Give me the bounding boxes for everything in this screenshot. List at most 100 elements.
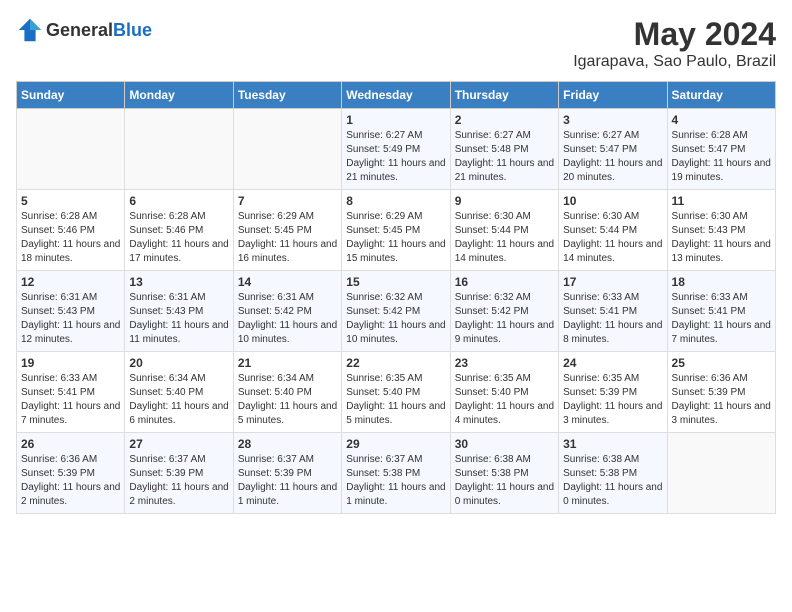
day-number: 7 [238, 194, 337, 208]
calendar-day-cell: 18 Sunrise: 6:33 AMSunset: 5:41 PMDayligh… [667, 271, 775, 352]
day-number: 11 [672, 194, 771, 208]
day-number: 31 [563, 437, 662, 451]
day-info: Sunrise: 6:27 AMSunset: 5:48 PMDaylight:… [455, 129, 554, 185]
logo: GeneralBlue [16, 16, 152, 44]
day-number: 25 [672, 356, 771, 370]
weekday-header: Monday [125, 82, 233, 109]
calendar-table: SundayMondayTuesdayWednesdayThursdayFrid… [16, 81, 776, 514]
calendar-day-cell: 14 Sunrise: 6:31 AMSunset: 5:42 PMDayligh… [233, 271, 341, 352]
day-number: 5 [21, 194, 120, 208]
logo-general: General [46, 20, 113, 40]
calendar-day-cell: 16 Sunrise: 6:32 AMSunset: 5:42 PMDayligh… [450, 271, 558, 352]
calendar-day-cell: 24Sunrise: 6:35 AMSunset: 5:39 PMDayligh… [559, 352, 667, 433]
logo-icon [16, 16, 44, 44]
calendar-day-cell: 28 Sunrise: 6:37 AMSunset: 5:39 PMDayligh… [233, 433, 341, 514]
logo-blue: Blue [113, 20, 152, 40]
day-number: 22 [346, 356, 445, 370]
day-number: 17 [563, 275, 662, 289]
day-number: 4 [672, 113, 771, 127]
calendar-day-cell: 15 Sunrise: 6:32 AMSunset: 5:42 PMDayligh… [342, 271, 450, 352]
weekday-header: Friday [559, 82, 667, 109]
day-number: 30 [455, 437, 554, 451]
calendar-day-cell: 19 Sunrise: 6:33 AMSunset: 5:41 PMDayligh… [17, 352, 125, 433]
calendar-day-cell: 29Sunrise: 6:37 AMSunset: 5:38 PMDayligh… [342, 433, 450, 514]
day-number: 2 [455, 113, 554, 127]
day-number: 28 [238, 437, 337, 451]
calendar-day-cell: 5 Sunrise: 6:28 AMSunset: 5:46 PMDaylight… [17, 190, 125, 271]
day-info: Sunrise: 6:27 AMSunset: 5:49 PMDaylight:… [346, 129, 445, 185]
day-info: Sunrise: 6:28 AMSunset: 5:46 PMDaylight:… [21, 210, 120, 266]
day-number: 23 [455, 356, 554, 370]
day-number: 9 [455, 194, 554, 208]
day-info: Sunrise: 6:32 AMSunset: 5:42 PMDaylight:… [455, 291, 554, 347]
calendar-day-cell: 23Sunrise: 6:35 AMSunset: 5:40 PMDayligh… [450, 352, 558, 433]
day-info: Sunrise: 6:36 AMSunset: 5:39 PMDaylight:… [21, 453, 120, 509]
day-number: 10 [563, 194, 662, 208]
weekday-header: Thursday [450, 82, 558, 109]
calendar-week-row: 19 Sunrise: 6:33 AMSunset: 5:41 PMDayligh… [17, 352, 776, 433]
weekday-row: SundayMondayTuesdayWednesdayThursdayFrid… [17, 82, 776, 109]
day-number: 14 [238, 275, 337, 289]
page-header: GeneralBlue May 2024 Igarapava, Sao Paul… [16, 16, 776, 71]
day-number: 6 [129, 194, 228, 208]
day-info: Sunrise: 6:30 AMSunset: 5:43 PMDaylight:… [672, 210, 771, 266]
calendar-day-cell: 30Sunrise: 6:38 AMSunset: 5:38 PMDayligh… [450, 433, 558, 514]
calendar-week-row: 12Sunrise: 6:31 AMSunset: 5:43 PMDayligh… [17, 271, 776, 352]
day-info: Sunrise: 6:31 AMSunset: 5:43 PMDaylight:… [21, 291, 120, 347]
title-section: May 2024 Igarapava, Sao Paulo, Brazil [573, 16, 776, 71]
calendar-day-cell: 26Sunrise: 6:36 AMSunset: 5:39 PMDayligh… [17, 433, 125, 514]
calendar-day-cell: 17 Sunrise: 6:33 AMSunset: 5:41 PMDayligh… [559, 271, 667, 352]
calendar-day-cell: 2 Sunrise: 6:27 AMSunset: 5:48 PMDaylight… [450, 109, 558, 190]
day-info: Sunrise: 6:29 AMSunset: 5:45 PMDaylight:… [238, 210, 337, 266]
day-info: Sunrise: 6:33 AMSunset: 5:41 PMDaylight:… [563, 291, 662, 347]
day-info: Sunrise: 6:27 AMSunset: 5:47 PMDaylight:… [563, 129, 662, 185]
day-number: 1 [346, 113, 445, 127]
calendar-day-cell [17, 109, 125, 190]
calendar-day-cell: 8Sunrise: 6:29 AMSunset: 5:45 PMDaylight… [342, 190, 450, 271]
day-number: 18 [672, 275, 771, 289]
day-info: Sunrise: 6:34 AMSunset: 5:40 PMDaylight:… [129, 372, 228, 428]
calendar-week-row: 1 Sunrise: 6:27 AMSunset: 5:49 PMDaylight… [17, 109, 776, 190]
calendar-day-cell: 11 Sunrise: 6:30 AMSunset: 5:43 PMDayligh… [667, 190, 775, 271]
day-info: Sunrise: 6:34 AMSunset: 5:40 PMDaylight:… [238, 372, 337, 428]
day-info: Sunrise: 6:33 AMSunset: 5:41 PMDaylight:… [21, 372, 120, 428]
calendar-day-cell [667, 433, 775, 514]
day-number: 19 [21, 356, 120, 370]
calendar-day-cell: 27Sunrise: 6:37 AMSunset: 5:39 PMDayligh… [125, 433, 233, 514]
calendar-day-cell: 7 Sunrise: 6:29 AMSunset: 5:45 PMDaylight… [233, 190, 341, 271]
logo-text: GeneralBlue [46, 20, 152, 41]
location-title: Igarapava, Sao Paulo, Brazil [573, 53, 776, 71]
day-info: Sunrise: 6:28 AMSunset: 5:47 PMDaylight:… [672, 129, 771, 185]
day-number: 29 [346, 437, 445, 451]
calendar-day-cell [233, 109, 341, 190]
day-number: 3 [563, 113, 662, 127]
day-info: Sunrise: 6:38 AMSunset: 5:38 PMDaylight:… [563, 453, 662, 509]
weekday-header: Tuesday [233, 82, 341, 109]
calendar-day-cell: 21Sunrise: 6:34 AMSunset: 5:40 PMDayligh… [233, 352, 341, 433]
calendar-week-row: 5 Sunrise: 6:28 AMSunset: 5:46 PMDaylight… [17, 190, 776, 271]
day-info: Sunrise: 6:28 AMSunset: 5:46 PMDaylight:… [129, 210, 228, 266]
day-info: Sunrise: 6:35 AMSunset: 5:39 PMDaylight:… [563, 372, 662, 428]
day-number: 16 [455, 275, 554, 289]
calendar-day-cell: 6 Sunrise: 6:28 AMSunset: 5:46 PMDaylight… [125, 190, 233, 271]
day-info: Sunrise: 6:37 AMSunset: 5:39 PMDaylight:… [238, 453, 337, 509]
day-info: Sunrise: 6:35 AMSunset: 5:40 PMDaylight:… [346, 372, 445, 428]
day-number: 13 [129, 275, 228, 289]
day-info: Sunrise: 6:33 AMSunset: 5:41 PMDaylight:… [672, 291, 771, 347]
calendar-body: 1 Sunrise: 6:27 AMSunset: 5:49 PMDaylight… [17, 109, 776, 514]
day-info: Sunrise: 6:31 AMSunset: 5:42 PMDaylight:… [238, 291, 337, 347]
calendar-day-cell: 4 Sunrise: 6:28 AMSunset: 5:47 PMDaylight… [667, 109, 775, 190]
weekday-header: Sunday [17, 82, 125, 109]
calendar-day-cell: 9 Sunrise: 6:30 AMSunset: 5:44 PMDaylight… [450, 190, 558, 271]
calendar-day-cell: 25 Sunrise: 6:36 AMSunset: 5:39 PMDayligh… [667, 352, 775, 433]
day-info: Sunrise: 6:37 AMSunset: 5:39 PMDaylight:… [129, 453, 228, 509]
calendar-day-cell: 22 Sunrise: 6:35 AMSunset: 5:40 PMDayligh… [342, 352, 450, 433]
calendar-day-cell: 31 Sunrise: 6:38 AMSunset: 5:38 PMDayligh… [559, 433, 667, 514]
day-info: Sunrise: 6:32 AMSunset: 5:42 PMDaylight:… [346, 291, 445, 347]
weekday-header: Wednesday [342, 82, 450, 109]
day-info: Sunrise: 6:30 AMSunset: 5:44 PMDaylight:… [455, 210, 554, 266]
month-title: May 2024 [573, 16, 776, 53]
weekday-header: Saturday [667, 82, 775, 109]
day-number: 15 [346, 275, 445, 289]
day-info: Sunrise: 6:36 AMSunset: 5:39 PMDaylight:… [672, 372, 771, 428]
